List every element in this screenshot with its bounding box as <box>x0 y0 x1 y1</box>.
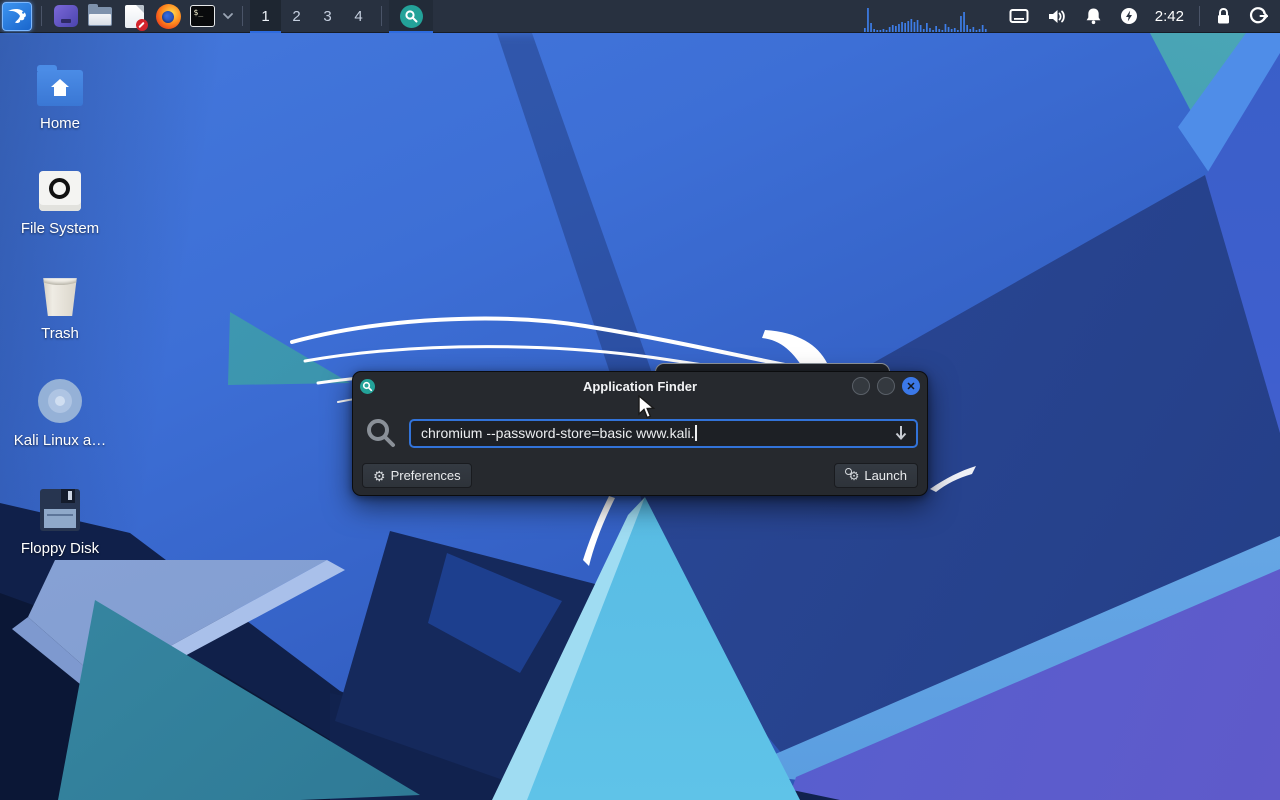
drive-ring <box>49 178 70 199</box>
application-finder-window: Application Finder ✕ chromium --password… <box>352 371 928 496</box>
logout-button[interactable] <box>1249 7 1268 26</box>
speaker-icon <box>1047 8 1067 25</box>
cpu-graph[interactable] <box>864 6 990 32</box>
clock[interactable]: 2:42 <box>1155 8 1184 25</box>
gear-icon: ⚙ <box>373 469 386 483</box>
magnifier-glyph <box>404 9 419 24</box>
magnifier-glyph <box>362 381 373 392</box>
search-input[interactable]: chromium --password-store=basic www.kali… <box>409 419 918 448</box>
preferences-label: Preferences <box>391 468 461 483</box>
bell-icon <box>1085 7 1102 25</box>
close-button[interactable]: ✕ <box>902 377 920 395</box>
dropdown-arrow-icon[interactable] <box>894 425 908 441</box>
power-manager-indicator[interactable] <box>1120 7 1138 25</box>
home-folder-icon <box>37 70 83 106</box>
cdrom-icon <box>38 379 82 423</box>
maximize-button[interactable] <box>877 377 895 395</box>
workspace-button-3[interactable]: 3 <box>312 0 343 33</box>
logout-icon <box>1249 7 1268 26</box>
desktop-icon-label: Floppy Disk <box>21 540 99 557</box>
launcher-text-editor[interactable] <box>119 2 149 31</box>
launcher-firefox[interactable] <box>153 2 183 31</box>
launcher-terminal[interactable]: $_ <box>187 2 217 31</box>
launcher-file-manager[interactable] <box>85 2 115 31</box>
files-app-icon <box>54 5 78 27</box>
floppy-icon <box>40 489 80 531</box>
close-icon: ✕ <box>906 380 915 393</box>
firefox-icon <box>156 4 181 29</box>
notifications-indicator[interactable] <box>1085 7 1102 25</box>
house-glyph <box>37 70 83 106</box>
kali-logo-icon <box>5 4 29 28</box>
desktop-icon-kali-cd[interactable]: Kali Linux a… <box>8 373 112 449</box>
workspace-label: 4 <box>354 8 362 25</box>
workspace-label: 1 <box>261 8 269 25</box>
drive-icon <box>39 171 81 211</box>
search-input-value: chromium --password-store=basic www.kali… <box>421 425 694 441</box>
launch-label: Launch <box>864 468 907 483</box>
floppy-label-area <box>44 509 76 528</box>
panel-separator <box>1199 6 1200 26</box>
workspace-button-4[interactable]: 4 <box>343 0 374 33</box>
window-title: Application Finder <box>353 379 927 394</box>
display-icon <box>1009 8 1029 24</box>
desktop-icon-label: Trash <box>41 325 79 342</box>
trash-icon <box>41 274 79 316</box>
document-icon <box>125 5 144 28</box>
desktop-icon-home[interactable]: Home <box>8 56 112 132</box>
panel-separator <box>242 6 243 26</box>
mouse-cursor <box>637 395 656 421</box>
launcher-files-app[interactable] <box>51 2 81 31</box>
taskbar-application-finder[interactable] <box>389 0 433 33</box>
panel-separator <box>41 6 42 26</box>
minimize-button[interactable] <box>852 377 870 395</box>
volume-indicator[interactable] <box>1047 8 1067 25</box>
desktop-icon-file-system[interactable]: File System <box>8 161 112 237</box>
text-caret <box>695 425 697 441</box>
workspace-label: 3 <box>323 8 331 25</box>
kali-desktop: Home File System Trash Kali Linux a… Flo… <box>0 0 1280 800</box>
window-icon <box>360 379 375 394</box>
edit-badge <box>136 19 148 31</box>
desktop-icon-floppy[interactable]: Floppy Disk <box>8 481 112 557</box>
lock-screen-button[interactable] <box>1216 7 1231 25</box>
lock-icon <box>1216 7 1231 25</box>
desktop-icon-label: Home <box>40 115 80 132</box>
launch-button[interactable]: ⚙ Launch <box>834 463 918 488</box>
terminal-icon: $_ <box>190 5 215 27</box>
workspace-label: 2 <box>292 8 300 25</box>
applications-menu-button[interactable] <box>2 2 32 31</box>
desktop-icon-label: File System <box>21 220 99 237</box>
display-indicator[interactable] <box>1009 8 1029 24</box>
workspace-button-1[interactable]: 1 <box>250 0 281 33</box>
workspace-button-2[interactable]: 2 <box>281 0 312 33</box>
application-finder-icon <box>400 5 423 28</box>
desktop-icon-trash[interactable]: Trash <box>8 266 112 342</box>
top-panel: $_ 1 2 3 4 <box>0 0 1280 33</box>
preferences-button[interactable]: ⚙ Preferences <box>362 463 472 488</box>
search-icon <box>365 417 397 449</box>
folder-icon <box>88 7 112 26</box>
chevron-down-icon[interactable] <box>221 11 235 21</box>
floppy-shutter <box>61 489 75 503</box>
desktop-icon-label: Kali Linux a… <box>14 432 107 449</box>
panel-separator <box>381 6 382 26</box>
launch-icon: ⚙ <box>845 470 860 482</box>
power-icon <box>1120 7 1138 25</box>
